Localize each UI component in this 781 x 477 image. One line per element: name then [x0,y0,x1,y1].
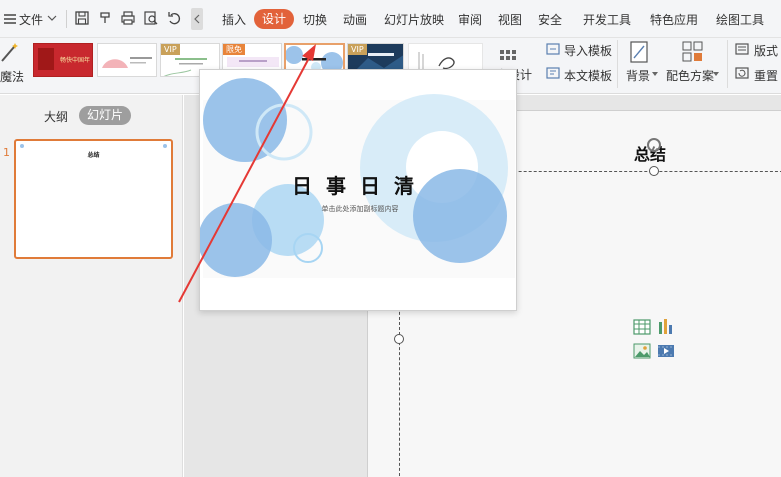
text-template-button[interactable]: 本文模板 [564,67,612,84]
import-template-icon[interactable] [546,42,560,56]
theme-thumb-red[interactable]: 畅快中国年 [33,43,93,77]
theme-thumb-fan[interactable] [97,43,157,77]
vip-badge: VIP [161,44,180,55]
insert-picture-icon[interactable] [633,343,651,359]
tab-design[interactable]: 设计 [254,9,294,29]
tab-animations[interactable]: 动画 [343,11,367,28]
tab-slides[interactable]: 幻灯片 [79,106,131,125]
separator [727,40,728,88]
tab-security[interactable]: 安全 [538,11,562,28]
hamburger-menu-icon[interactable] [2,11,20,29]
file-menu[interactable]: 文件 [19,11,43,28]
format-painter-icon[interactable] [98,10,116,28]
save-icon[interactable] [74,10,92,28]
separator [66,10,67,28]
theme-thumb-decoration [38,48,54,70]
rotate-handle-icon[interactable] [647,138,661,152]
preview-title: 日事日清 [292,174,428,198]
thumb-decoration [20,144,24,148]
resize-handle[interactable] [649,166,659,176]
print-preview-icon[interactable] [143,10,161,28]
layout-button[interactable]: 版式 [754,42,778,59]
tab-review[interactable]: 审阅 [458,11,482,28]
slide-thumbnail-title: 总结 [87,152,100,159]
magic-label[interactable]: 魔法 [0,68,24,85]
insert-video-icon[interactable] [657,343,675,359]
thumb-decoration [163,144,167,148]
magic-wand-icon[interactable] [0,41,20,65]
separator [617,40,618,88]
tab-transitions[interactable]: 切换 [303,11,327,28]
chevron-down-icon[interactable] [46,12,58,24]
tab-insert[interactable]: 插入 [222,11,246,28]
chevron-down-icon[interactable] [713,71,719,77]
slide-thumbnail-1[interactable]: 总结 [14,139,173,259]
theme-preview-popup: 日事日清 单击此处添加副标题内容 [199,69,517,311]
reset-icon[interactable] [735,66,749,80]
slide-panel: 大纲 幻灯片 1 总结 [0,95,183,477]
import-template-button[interactable]: 导入模板 [564,42,612,59]
tab-outline[interactable]: 大纲 [44,108,68,125]
vip-badge: VIP [348,44,367,55]
chevron-down-icon[interactable] [652,71,658,77]
color-scheme-button[interactable]: 配色方案 [666,67,714,84]
layout-icon[interactable] [735,42,749,56]
text-template-icon[interactable] [546,66,560,80]
wps-presentation-window: 文件 插入 设计 切换 动画 幻灯片放映 审阅 视图 安全 开发工具 特色应用 … [0,0,781,477]
theme-thumb-text: 畅快中国年 [60,57,91,64]
reset-button[interactable]: 重置 [754,67,778,84]
undo-icon[interactable] [166,10,184,28]
insert-table-icon[interactable] [633,319,651,335]
background-icon[interactable] [628,40,652,64]
tab-slideshow[interactable]: 幻灯片放映 [384,11,444,28]
resize-handle[interactable] [394,334,404,344]
insert-chart-icon[interactable] [657,318,675,336]
color-scheme-icon[interactable] [681,40,705,64]
preview-subtitle: 单击此处添加副标题内容 [321,205,399,213]
tab-view[interactable]: 视图 [498,11,522,28]
slide-number: 1 [3,146,10,159]
tab-special-apps[interactable]: 特色应用 [650,11,698,28]
menu-bar: 文件 插入 设计 切换 动画 幻灯片放映 审阅 视图 安全 开发工具 特色应用 … [0,0,781,38]
tab-drawing-tools[interactable]: 绘图工具 [716,11,764,28]
toolbar-scroll-left-button[interactable] [191,8,203,30]
free-badge: 限免 [223,44,245,55]
background-button[interactable]: 背景 [626,67,650,84]
print-icon[interactable] [120,10,138,28]
tab-developer-tools[interactable]: 开发工具 [583,11,631,28]
